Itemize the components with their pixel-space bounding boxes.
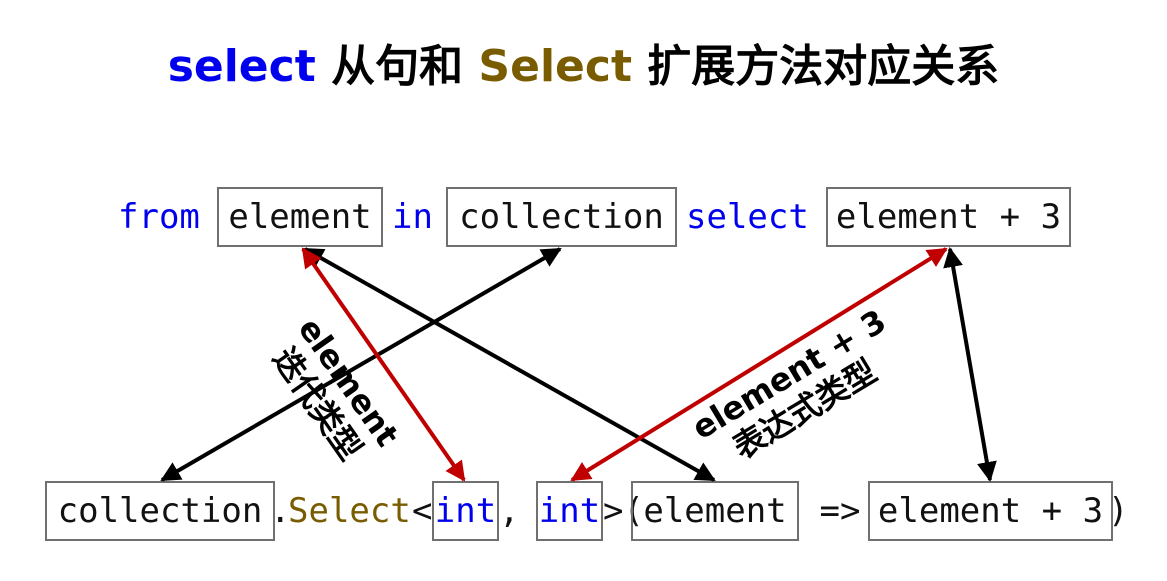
arrow-projection-to-lambda-body: [943, 247, 997, 482]
connector-arrows: [160, 247, 997, 482]
